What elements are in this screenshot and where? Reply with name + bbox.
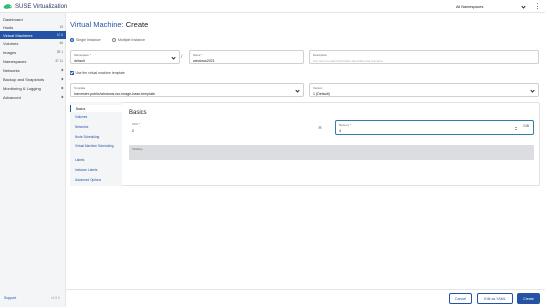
chevron-down-icon: [171, 55, 176, 60]
suse-logo-icon: [3, 4, 12, 9]
footer-bar: [66, 289, 545, 307]
sidebar-item-backup-and-snapshots[interactable]: Backup and Snapshots: [0, 75, 66, 83]
section-title: Basics: [129, 110, 147, 116]
chevron-right-icon: [60, 68, 64, 72]
cpu-field[interactable]: CPU * 2: [129, 120, 311, 136]
version-select-field[interactable]: Version 1 (Default): [309, 83, 539, 97]
page-title: Virtual Machine: Create: [70, 20, 148, 29]
memory-unit: GiB: [523, 124, 529, 128]
tab-basics[interactable]: Basics: [70, 105, 122, 112]
count-badge: 46: [59, 41, 63, 45]
checkbox-checked-icon: [70, 71, 74, 75]
namespace-select[interactable]: All Namespaces: [454, 2, 527, 11]
cancel-button[interactable]: Cancel: [449, 293, 472, 304]
name-field[interactable]: Name * windows2021: [189, 50, 304, 64]
chevron-right-icon: [60, 77, 64, 81]
tab-volumes[interactable]: Volumes: [70, 115, 122, 119]
chevron-right-icon: [60, 95, 64, 99]
template-select-field[interactable]: Template harvester-public/windows-iso-im…: [70, 83, 304, 97]
tab-vm-scheduling[interactable]: Virtual Machine Scheduling: [70, 144, 122, 148]
ssh-key-select[interactable]: SSHKey: [129, 145, 534, 160]
sidebar-item-hosts[interactable]: Hosts 15: [0, 23, 66, 31]
tab-labels[interactable]: Labels: [70, 158, 122, 162]
support-link[interactable]: Support: [4, 296, 16, 300]
count-badge: 37 11: [55, 59, 63, 63]
edit-as-yaml-button[interactable]: Edit as YAML: [477, 293, 513, 304]
multiple-instance-radio[interactable]: Multiple Instance: [112, 38, 145, 42]
chevron-down-icon: [530, 88, 535, 93]
radio-selected-icon: [70, 38, 74, 42]
sidebar-item-monitoring-logging[interactable]: Monitoring & Logging: [0, 84, 66, 92]
chevron-down-icon: [295, 88, 300, 93]
version-label: v1.5.0: [51, 296, 60, 300]
count-badge: 10 6: [56, 33, 63, 37]
sidebar-item-networks[interactable]: Networks: [0, 66, 66, 74]
more-options-icon[interactable]: [535, 3, 540, 9]
command-icon: ⌘: [318, 125, 322, 130]
radio-unselected-icon: [112, 38, 116, 42]
single-instance-radio[interactable]: Single Instance: [70, 38, 101, 42]
stepper-icon[interactable]: [515, 127, 517, 130]
sidebar-item-virtual-machines[interactable]: Virtual Machines 10 6: [0, 31, 66, 39]
breadcrumb[interactable]: Virtual Machine:: [70, 20, 124, 29]
memory-field[interactable]: Memory * 4 GiB: [335, 120, 534, 135]
namespace-select-value: All Namespaces: [456, 4, 484, 9]
count-badge: 35 1: [56, 50, 63, 54]
sidebar-item-namespaces[interactable]: Namespaces 37 11: [0, 57, 66, 65]
sidebar-item-advanced[interactable]: Advanced: [0, 93, 66, 101]
brand-name: SUSE Virtualization: [15, 3, 68, 10]
sidebar-item-dashboard[interactable]: Dashboard: [0, 15, 66, 23]
sidebar: Dashboard Hosts 15 Virtual Machines 10 6…: [0, 13, 66, 307]
tab-instance-labels[interactable]: Instance Labels: [70, 168, 122, 172]
top-header: SUSE Virtualization All Namespaces: [0, 0, 545, 13]
tab-advanced-options[interactable]: Advanced Options: [70, 178, 122, 182]
tab-node-scheduling[interactable]: Node Scheduling: [70, 135, 122, 139]
count-badge: 15: [59, 25, 63, 29]
use-template-checkbox[interactable]: Use the virtual machine template: [70, 71, 125, 75]
sidebar-item-images[interactable]: Images 35 1: [0, 48, 66, 56]
description-field[interactable]: Description Any text you want that bette…: [309, 50, 539, 64]
sidebar-item-volumes[interactable]: Volumes 46: [0, 39, 66, 47]
separator: /: [181, 54, 183, 59]
namespace-select-field[interactable]: Namespace * default: [70, 50, 180, 64]
vertical-tabs: Basics Volumes Networks Node Scheduling …: [70, 102, 122, 186]
brand[interactable]: SUSE Virtualization: [3, 2, 67, 11]
chevron-down-icon: [521, 3, 526, 9]
create-button[interactable]: Create: [517, 293, 540, 304]
page-action: Create: [125, 20, 149, 29]
tab-networks[interactable]: Networks: [70, 125, 122, 129]
chevron-right-icon: [60, 86, 64, 90]
